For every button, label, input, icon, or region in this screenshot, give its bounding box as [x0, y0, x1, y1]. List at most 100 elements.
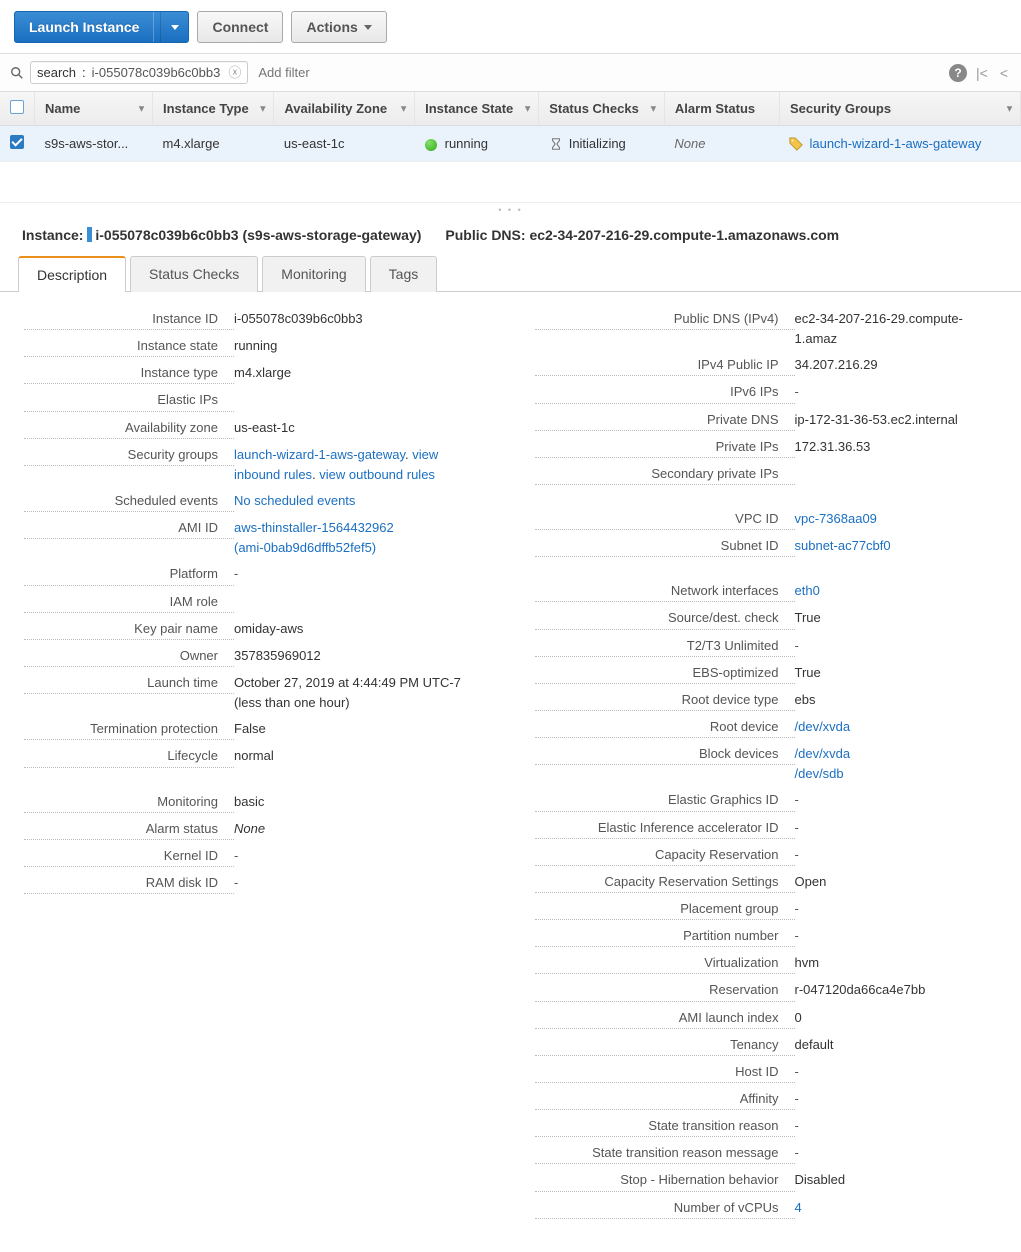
sort-icon: ▾ — [139, 103, 144, 114]
checkbox-icon — [10, 100, 24, 114]
chevron-down-icon — [171, 25, 179, 30]
row-checkbox[interactable] — [10, 135, 24, 149]
sort-icon: ▾ — [1007, 103, 1012, 114]
ami-link[interactable]: aws-thinstaller-1564432962(ami-0bab9d6df… — [234, 520, 394, 555]
toolbar: Launch Instance Connect Actions — [0, 0, 1021, 53]
dns-label: Public DNS: — [445, 227, 525, 243]
val-type: m4.xlarge — [234, 363, 487, 384]
val-instance-id: i-055078c039b6c0bb3 — [234, 309, 487, 330]
val-mon: basic — [234, 792, 487, 813]
root-device-link[interactable]: /dev/xvda — [795, 719, 851, 734]
resize-grip[interactable]: • • • — [0, 202, 1021, 217]
page-prev-icon[interactable]: < — [997, 65, 1011, 81]
col-state[interactable]: Instance State▾ — [415, 92, 539, 126]
detail-header: Instance: i-055078c039b6c0bb3 (s9s-aws-s… — [0, 217, 1021, 249]
val-term: False — [234, 719, 487, 740]
sg-name-link[interactable]: launch-wizard-1-aws-gateway — [234, 447, 405, 462]
sort-icon: ▾ — [525, 103, 530, 114]
val-secip — [795, 464, 998, 485]
val-key: omiday-aws — [234, 619, 487, 640]
vcpu-link[interactable]: 4 — [795, 1200, 802, 1215]
block-device-link[interactable]: /dev/sdb — [795, 766, 844, 781]
val-crs: Open — [795, 872, 998, 893]
instance-label: Instance: — [22, 227, 83, 243]
col-name[interactable]: Name▾ — [35, 92, 153, 126]
val-state: running — [234, 336, 487, 357]
val-sg: launch-wizard-1-aws-gateway. view inboun… — [234, 445, 487, 485]
cell-az: us-east-1c — [274, 126, 415, 162]
cell-type: m4.xlarge — [153, 126, 274, 162]
launch-caret[interactable] — [160, 12, 188, 42]
filter-input[interactable] — [254, 61, 943, 84]
sched-link[interactable]: No scheduled events — [234, 493, 355, 508]
val-privip: 172.31.36.53 — [795, 437, 998, 458]
val-str: - — [795, 1116, 998, 1137]
launch-instance-button[interactable]: Launch Instance — [14, 11, 189, 43]
val-ipv6: - — [795, 382, 998, 403]
val-iam — [234, 592, 487, 613]
cell-status: Initializing — [539, 126, 665, 162]
filter-tag-remove-icon[interactable]: ⓧ — [228, 66, 241, 79]
val-t2t3: - — [795, 636, 998, 657]
search-icon — [10, 66, 24, 80]
subnet-link[interactable]: subnet-ac77cbf0 — [795, 538, 891, 553]
val-src: True — [795, 608, 998, 629]
actions-button[interactable]: Actions — [291, 11, 386, 43]
val-life: normal — [234, 746, 487, 767]
tab-tags[interactable]: Tags — [370, 256, 438, 292]
running-icon — [425, 139, 437, 151]
col-alarm[interactable]: Alarm Status — [664, 92, 779, 126]
val-alarm: None — [234, 819, 487, 840]
cell-sg: launch-wizard-1-aws-gateway — [779, 126, 1020, 162]
ni-link[interactable]: eth0 — [795, 583, 820, 598]
val-launch: October 27, 2019 at 4:44:49 PM UTC-7 (le… — [234, 673, 487, 713]
val-cr: - — [795, 845, 998, 866]
val-ami: aws-thinstaller-1564432962(ami-0bab9d6df… — [234, 518, 487, 558]
detail-col-left: Instance IDi-055078c039b6c0bb3 Instance … — [24, 306, 487, 1222]
sg-link[interactable]: launch-wizard-1-aws-gateway — [809, 136, 981, 151]
outbound-rules-link[interactable]: view outbound rules — [319, 467, 435, 482]
tab-description[interactable]: Description — [18, 256, 126, 292]
sort-icon: ▾ — [401, 103, 406, 114]
val-strm: - — [795, 1143, 998, 1164]
val-aff: - — [795, 1089, 998, 1110]
cell-alarm: None — [664, 126, 779, 162]
tab-monitoring[interactable]: Monitoring — [262, 256, 365, 292]
page-first-icon[interactable]: |< — [973, 65, 991, 81]
detail-body: Instance IDi-055078c039b6c0bb3 Instance … — [0, 292, 1021, 1252]
select-all-header[interactable] — [0, 92, 35, 126]
val-ten: default — [795, 1035, 998, 1056]
sort-icon: ▾ — [651, 103, 656, 114]
connect-button[interactable]: Connect — [197, 11, 283, 43]
filter-tag[interactable]: search: i-055078c039b6c0bb3 ⓧ — [30, 61, 248, 84]
chevron-down-icon — [364, 25, 372, 30]
val-pg: - — [795, 899, 998, 920]
col-az[interactable]: Availability Zone▾ — [274, 92, 415, 126]
col-sg[interactable]: Security Groups▾ — [779, 92, 1020, 126]
col-status[interactable]: Status Checks▾ — [539, 92, 665, 126]
help-icon[interactable]: ? — [949, 64, 967, 82]
val-res: r-047120da66ca4e7bb — [795, 980, 998, 1001]
cell-state: running — [415, 126, 539, 162]
col-type[interactable]: Instance Type▾ — [153, 92, 274, 126]
table-row[interactable]: s9s-aws-stor... m4.xlarge us-east-1c run… — [0, 126, 1021, 162]
table-header-row: Name▾ Instance Type▾ Availability Zone▾ … — [0, 92, 1021, 126]
val-pip: 34.207.216.29 — [795, 355, 998, 376]
val-sched: No scheduled events — [234, 491, 487, 512]
filter-tag-key: search — [37, 65, 76, 80]
block-device-link[interactable]: /dev/xvda — [795, 746, 851, 761]
val-host: - — [795, 1062, 998, 1083]
detail-tabs: Description Status Checks Monitoring Tag… — [0, 255, 1021, 292]
val-rdt: ebs — [795, 690, 998, 711]
hourglass-icon — [549, 137, 563, 151]
instance-id: i-055078c039b6c0bb3 (s9s-aws-storage-gat… — [95, 227, 421, 243]
val-eg: - — [795, 790, 998, 811]
blue-bar-icon — [87, 227, 92, 242]
val-privdns: ip-172-31-36-53.ec2.internal — [795, 410, 998, 431]
tab-status-checks[interactable]: Status Checks — [130, 256, 258, 292]
val-eip — [234, 390, 487, 411]
launch-instance-label: Launch Instance — [15, 12, 154, 42]
filter-bar: search: i-055078c039b6c0bb3 ⓧ ? |< < — [0, 53, 1021, 92]
val-eia: - — [795, 818, 998, 839]
vpc-link[interactable]: vpc-7368aa09 — [795, 511, 877, 526]
